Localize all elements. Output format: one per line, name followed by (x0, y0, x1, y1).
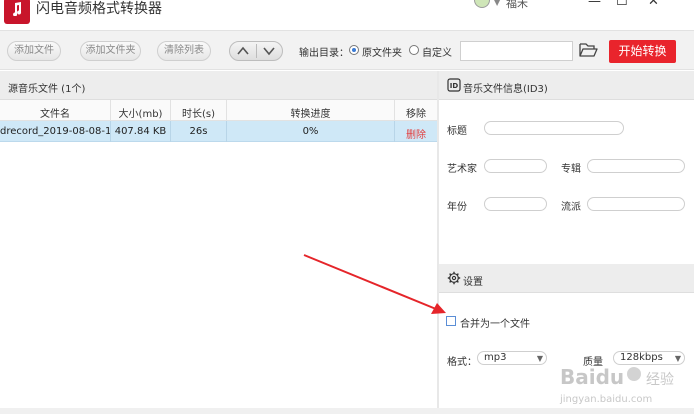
column-size[interactable]: 大小(mb) (111, 105, 170, 120)
delete-row-link[interactable]: 删除 (395, 126, 437, 141)
album-input[interactable] (587, 159, 685, 173)
id3-title: 音乐文件信息(ID3) (463, 84, 548, 95)
svg-text:ID: ID (450, 82, 459, 90)
chevron-down-icon: ▼ (536, 354, 543, 363)
move-up-icon[interactable] (236, 45, 250, 57)
output-path-input[interactable] (460, 41, 573, 61)
settings-title: 设置 (463, 277, 483, 288)
row-size: 407.84 KB (114, 126, 167, 137)
row-filename: drecord_2019-08-08-1... (0, 126, 110, 137)
merge-checkbox[interactable] (446, 316, 456, 326)
radio-original-folder[interactable] (349, 45, 359, 55)
gear-icon (447, 271, 461, 285)
move-buttons (229, 41, 283, 61)
source-files-header: 源音乐文件 (1个) (0, 71, 437, 100)
title-bar: 闪电音频格式转换器 ▼ 福禾 — ☐ ✕ (0, 0, 694, 30)
start-convert-button[interactable]: 开始转换 (609, 40, 676, 63)
move-buttons-divider (256, 44, 257, 58)
column-duration[interactable]: 时长(s) (171, 105, 226, 120)
add-folder-button[interactable]: 添加文件夹 (80, 41, 141, 61)
move-down-icon[interactable] (262, 45, 276, 57)
folder-open-icon[interactable] (579, 42, 598, 58)
column-filename[interactable]: 文件名 (0, 105, 110, 120)
radio-custom-folder[interactable] (409, 45, 419, 55)
format-label: 格式： (447, 357, 477, 368)
watermark-url: jingyan.baidu.com (559, 394, 652, 405)
title-input[interactable] (484, 121, 624, 135)
settings-header: 设置 (439, 264, 694, 293)
toolbar: 添加文件 添加文件夹 清除列表 输出目录： 原文件夹 自定义 开始转换 (0, 30, 694, 70)
id-card-icon: ID (447, 78, 461, 92)
radio-original-folder-label[interactable]: 原文件夹 (362, 44, 402, 59)
add-file-button[interactable]: 添加文件 (7, 41, 61, 61)
source-files-title: 源音乐文件 (1个) (8, 84, 86, 95)
window-title: 闪电音频格式转换器 (36, 1, 162, 17)
column-remove[interactable]: 移除 (395, 105, 437, 120)
bottom-status-strip (0, 408, 694, 414)
user-avatar-icon[interactable] (474, 0, 490, 8)
column-progress[interactable]: 转换进度 (227, 105, 394, 120)
row-progress: 0% (302, 126, 319, 137)
genre-input[interactable] (587, 197, 685, 211)
album-label: 专辑 (561, 164, 581, 175)
id3-header: ID 音乐文件信息(ID3) (439, 71, 694, 100)
user-name[interactable]: 福禾 (506, 0, 528, 11)
year-input[interactable] (484, 197, 547, 211)
table-row[interactable]: drecord_2019-08-08-1... 407.84 KB 26s 0%… (0, 121, 437, 142)
title-label: 标题 (447, 126, 467, 137)
artist-input[interactable] (484, 159, 547, 173)
radio-custom-folder-label[interactable]: 自定义 (422, 44, 452, 59)
minimize-button[interactable]: — (588, 0, 601, 9)
music-note-icon (13, 2, 22, 16)
merge-label[interactable]: 合并为一个文件 (460, 315, 530, 330)
genre-label: 流派 (561, 202, 581, 213)
output-dir-label: 输出目录： (299, 48, 349, 59)
baidu-watermark-logo: Baidu 经验 jingyan.baidu.com (559, 365, 674, 405)
file-table-header: 文件名 大小(mb) 时长(s) 转换进度 移除 (0, 100, 437, 121)
year-label: 年份 (447, 202, 467, 213)
watermark-jingyan: 经验 (646, 372, 674, 388)
format-value: mp3 (484, 352, 507, 363)
watermark-brand: Baidu (560, 365, 624, 389)
source-files-panel: 源音乐文件 (1个) 文件名 大小(mb) 时长(s) 转换进度 移除 drec… (0, 71, 437, 414)
artist-label: 艺术家 (447, 164, 477, 175)
close-button[interactable]: ✕ (648, 0, 659, 9)
format-select[interactable]: mp3 ▼ (477, 351, 547, 365)
clear-list-button[interactable]: 清除列表 (157, 41, 211, 61)
maximize-button[interactable]: ☐ (616, 0, 628, 9)
chevron-down-icon[interactable]: ▼ (494, 0, 500, 7)
row-duration: 26s (189, 126, 208, 137)
app-logo-icon (4, 0, 30, 24)
